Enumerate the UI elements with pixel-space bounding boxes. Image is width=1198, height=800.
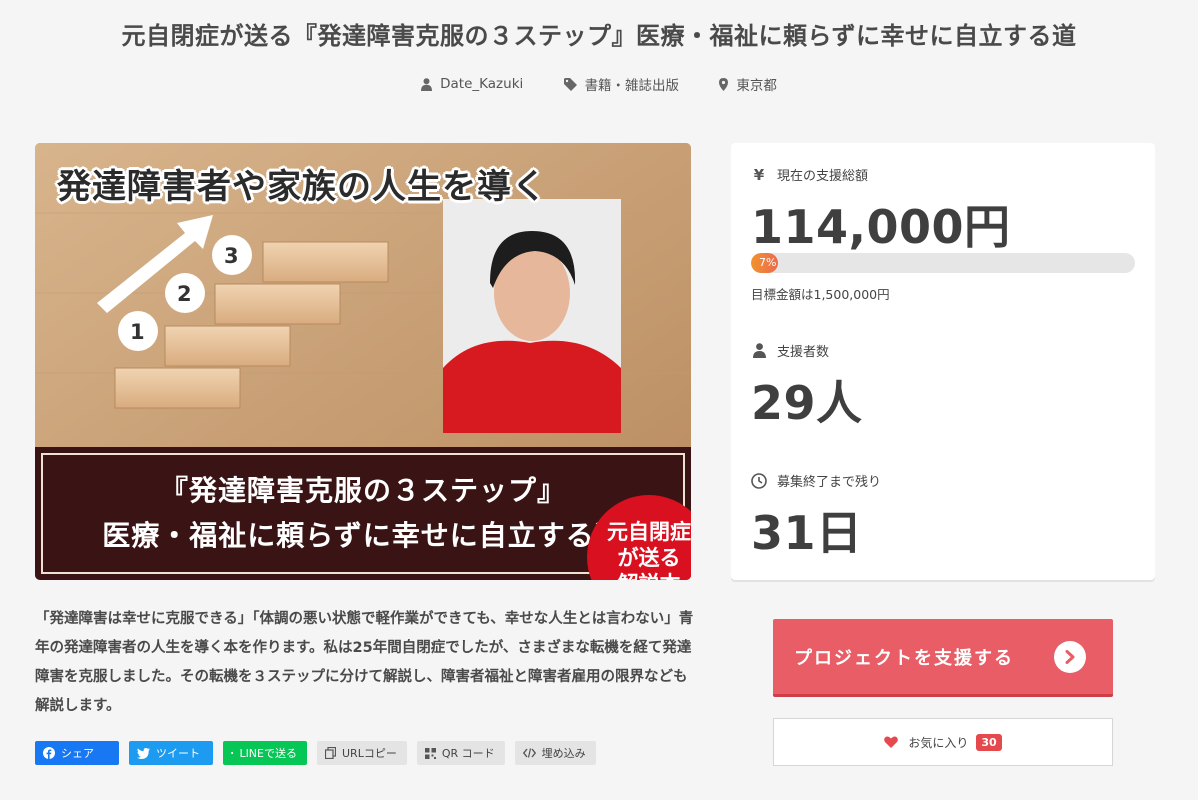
map-pin-icon: [719, 77, 729, 91]
favorite-button[interactable]: お気に入り 30: [773, 718, 1113, 766]
funding-stats-card: ¥ 現在の支援総額 114,000円 7% 目標金額は1,500,000円 支援…: [731, 143, 1155, 580]
facebook-share-button[interactable]: シェア: [35, 741, 119, 765]
hero-headline: 発達障害者や家族の人生を導く: [57, 167, 547, 207]
support-project-button[interactable]: プロジェクトを支援する: [773, 619, 1113, 697]
line-share-button[interactable]: LINEで送る: [223, 741, 307, 765]
qr-code-label: QR コード: [441, 747, 495, 760]
step-label-3: 3: [224, 244, 239, 268]
line-share-label: LINEで送る: [239, 747, 297, 760]
code-icon: [522, 748, 536, 758]
tag-icon: [563, 77, 577, 91]
step-label-1: 1: [130, 320, 145, 344]
category-name: 書籍・雑誌出版: [584, 78, 680, 94]
stair-block: [214, 283, 341, 325]
embed-label: 埋め込み: [541, 747, 586, 760]
project-hero-image: 発達障害者や家族の人生を導く 1 2 3 『発達障害克服の３ステップ』 医療・福…: [35, 143, 691, 580]
share-bar: シェア ツイート LINEで送る URLコピー QR コード 埋め込み: [35, 741, 596, 765]
twitter-icon: [137, 747, 150, 759]
twitter-share-button[interactable]: ツイート: [129, 741, 213, 765]
stair-block: [114, 367, 241, 409]
badge-line-2: が送る: [617, 546, 681, 570]
embed-button[interactable]: 埋め込み: [514, 741, 596, 765]
support-project-label: プロジェクトを支援する: [794, 647, 1014, 669]
favorite-label: お気に入り: [908, 735, 969, 750]
goal-amount: 目標金額は1,500,000円: [751, 287, 890, 302]
total-amount-label-row: ¥ 現在の支援総額: [751, 165, 869, 185]
funding-progress-bar: 7%: [751, 253, 1135, 273]
owner-link[interactable]: Date_Kazuki: [421, 76, 523, 92]
qr-code-button[interactable]: QR コード: [416, 741, 505, 765]
band-title-line-1: 『発達障害克服の３ステップ』: [159, 474, 566, 507]
url-copy-label: URLコピー: [342, 747, 397, 760]
funding-progress-percent: 7%: [759, 256, 777, 269]
location-name: 東京都: [736, 78, 777, 94]
project-title: 元自閉症が送る『発達障害克服の３ステップ』医療・福祉に頼らずに幸せに自立する道: [121, 22, 1077, 50]
stair-block: [262, 241, 389, 283]
total-amount-label: 現在の支援総額: [777, 169, 869, 184]
supporters-label-row: 支援者数: [751, 341, 829, 360]
favorite-count-badge: 30: [976, 733, 1002, 751]
category-link[interactable]: 書籍・雑誌出版: [563, 74, 680, 94]
heart-icon: [884, 736, 899, 748]
project-description: 「発達障害は幸せに克服できる」「体調の悪い状態で軽作業ができても、幸せな人生とは…: [35, 611, 694, 714]
owner-name: Date_Kazuki: [440, 76, 524, 92]
location-link[interactable]: 東京都: [719, 74, 777, 94]
facebook-icon: [43, 747, 55, 759]
chevron-right-icon: [1054, 641, 1086, 673]
project-meta: Date_Kazuki 書籍・雑誌出版 東京都: [0, 74, 1198, 95]
user-icon: [421, 77, 433, 91]
badge-line-1: 元自閉症: [607, 520, 691, 544]
badge-line-3: 解説本: [587, 571, 691, 580]
step-label-2: 2: [177, 282, 192, 306]
total-amount: 114,000円: [751, 200, 1011, 254]
line-icon: [231, 751, 234, 755]
twitter-share-label: ツイート: [156, 747, 200, 760]
clock-icon: [751, 472, 767, 489]
remaining-days: 31日: [751, 506, 863, 560]
yen-icon: ¥: [753, 165, 765, 184]
facebook-share-label: シェア: [61, 747, 94, 760]
copy-icon: [325, 747, 336, 759]
qr-icon: [424, 747, 436, 759]
stair-block: [164, 325, 291, 367]
person-body: [443, 340, 621, 433]
remaining-label-row: 募集終了まで残り: [751, 471, 881, 490]
supporters-label: 支援者数: [777, 345, 830, 360]
user-icon: [752, 343, 766, 358]
remaining-label: 募集終了まで残り: [777, 475, 882, 490]
supporters-count: 29人: [751, 376, 863, 430]
url-copy-button[interactable]: URLコピー: [317, 741, 407, 765]
